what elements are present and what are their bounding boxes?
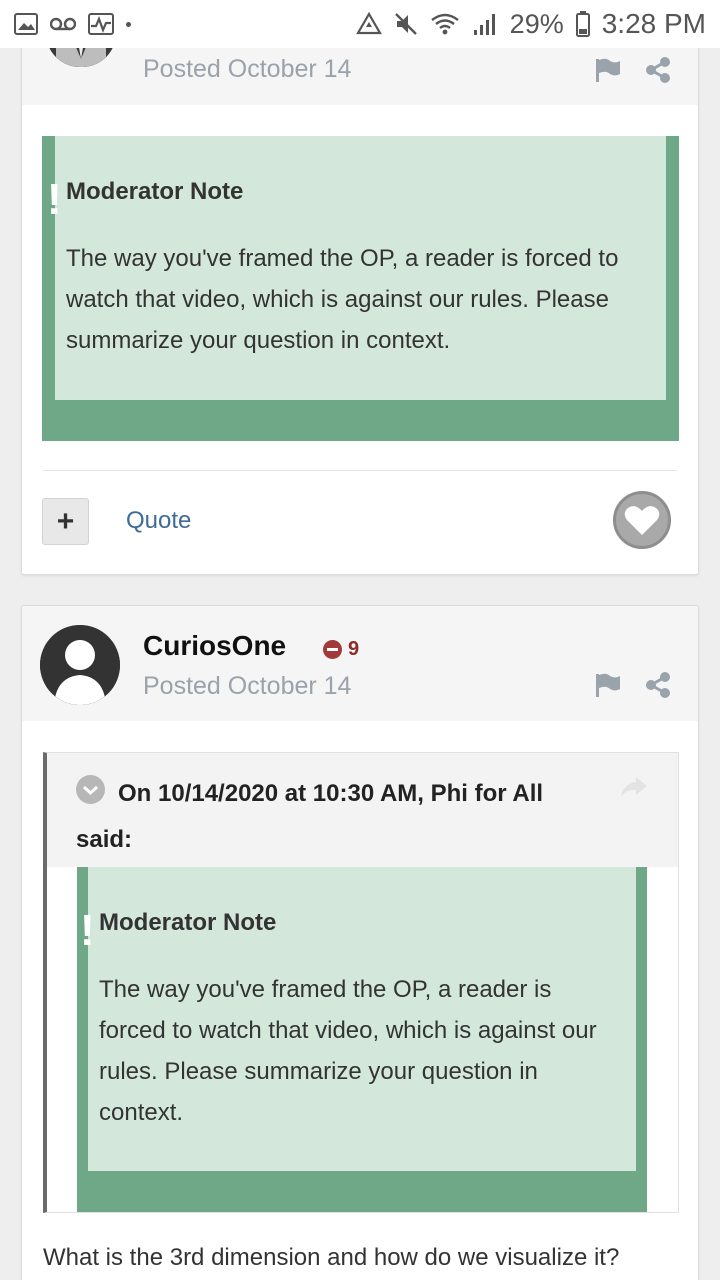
status-bar: 29% 3:28 PM <box>0 0 720 48</box>
post-body: What is the 3rd dimension and how do we … <box>43 1244 620 1271</box>
minus-icon <box>323 640 342 659</box>
share-icon[interactable] <box>644 56 672 84</box>
post-card: Posted October 14 ! Moderator Note The w… <box>21 8 699 575</box>
share-icon[interactable] <box>644 671 672 699</box>
moderator-note-title: Moderator Note <box>99 909 277 936</box>
avatar[interactable] <box>40 625 120 705</box>
notification-dot <box>126 21 131 27</box>
signal-icon <box>473 14 495 35</box>
recycle-icon <box>355 12 382 35</box>
post-header: CuriosOne 9 Posted October 14 <box>22 606 698 721</box>
status-bar-left <box>14 13 131 35</box>
post-date: Posted October 14 <box>143 55 352 83</box>
moderator-note-title: Moderator Note <box>66 178 244 205</box>
quote-button[interactable]: Quote <box>126 507 191 535</box>
moderator-note: ! Moderator Note The way you've framed t… <box>77 867 647 1212</box>
moderator-note-content: ! Moderator Note The way you've framed t… <box>80 867 636 1171</box>
go-to-post-arrow-icon[interactable] <box>620 775 648 799</box>
quote-citation-header: On 10/14/2020 at 10:30 AM, Phi for All s… <box>47 753 678 867</box>
like-button[interactable] <box>613 491 671 549</box>
post-date: Posted October 14 <box>143 672 352 700</box>
voicemail-icon <box>50 17 76 31</box>
moderator-note-content: ! Moderator Note The way you've framed t… <box>47 136 666 400</box>
exclamation-icon: ! <box>47 175 62 224</box>
quote-block: On 10/14/2020 at 10:30 AM, Phi for All s… <box>43 752 679 1213</box>
reputation-count: 9 <box>348 638 360 660</box>
post-card: CuriosOne 9 Posted October 14 On 10/14/2… <box>21 605 699 1280</box>
wifi-icon <box>430 13 459 35</box>
default-user-icon <box>40 625 120 705</box>
moderator-note-body: The way you've framed the OP, a reader i… <box>99 976 597 1126</box>
moderator-note-body: The way you've framed the OP, a reader i… <box>66 245 619 354</box>
battery-percent: 29% <box>509 8 564 39</box>
activity-icon <box>88 13 114 35</box>
heart-icon <box>624 506 660 535</box>
status-bar-right: 29% 3:28 PM <box>355 8 706 40</box>
report-flag-icon[interactable] <box>594 671 622 699</box>
multiquote-button[interactable]: + <box>42 498 89 545</box>
exclamation-icon: ! <box>80 906 95 955</box>
quote-citation: On 10/14/2020 at 10:30 AM, Phi for All s… <box>76 780 544 853</box>
moderator-note: ! Moderator Note The way you've framed t… <box>42 136 679 441</box>
author-name[interactable]: CuriosOne <box>143 630 286 662</box>
reputation-badge: 9 <box>323 638 359 661</box>
divider <box>43 470 677 471</box>
report-flag-icon[interactable] <box>594 56 622 84</box>
battery-icon <box>575 11 590 37</box>
mute-icon <box>394 13 417 35</box>
clock: 3:28 PM <box>601 8 706 39</box>
image-icon <box>14 13 38 35</box>
